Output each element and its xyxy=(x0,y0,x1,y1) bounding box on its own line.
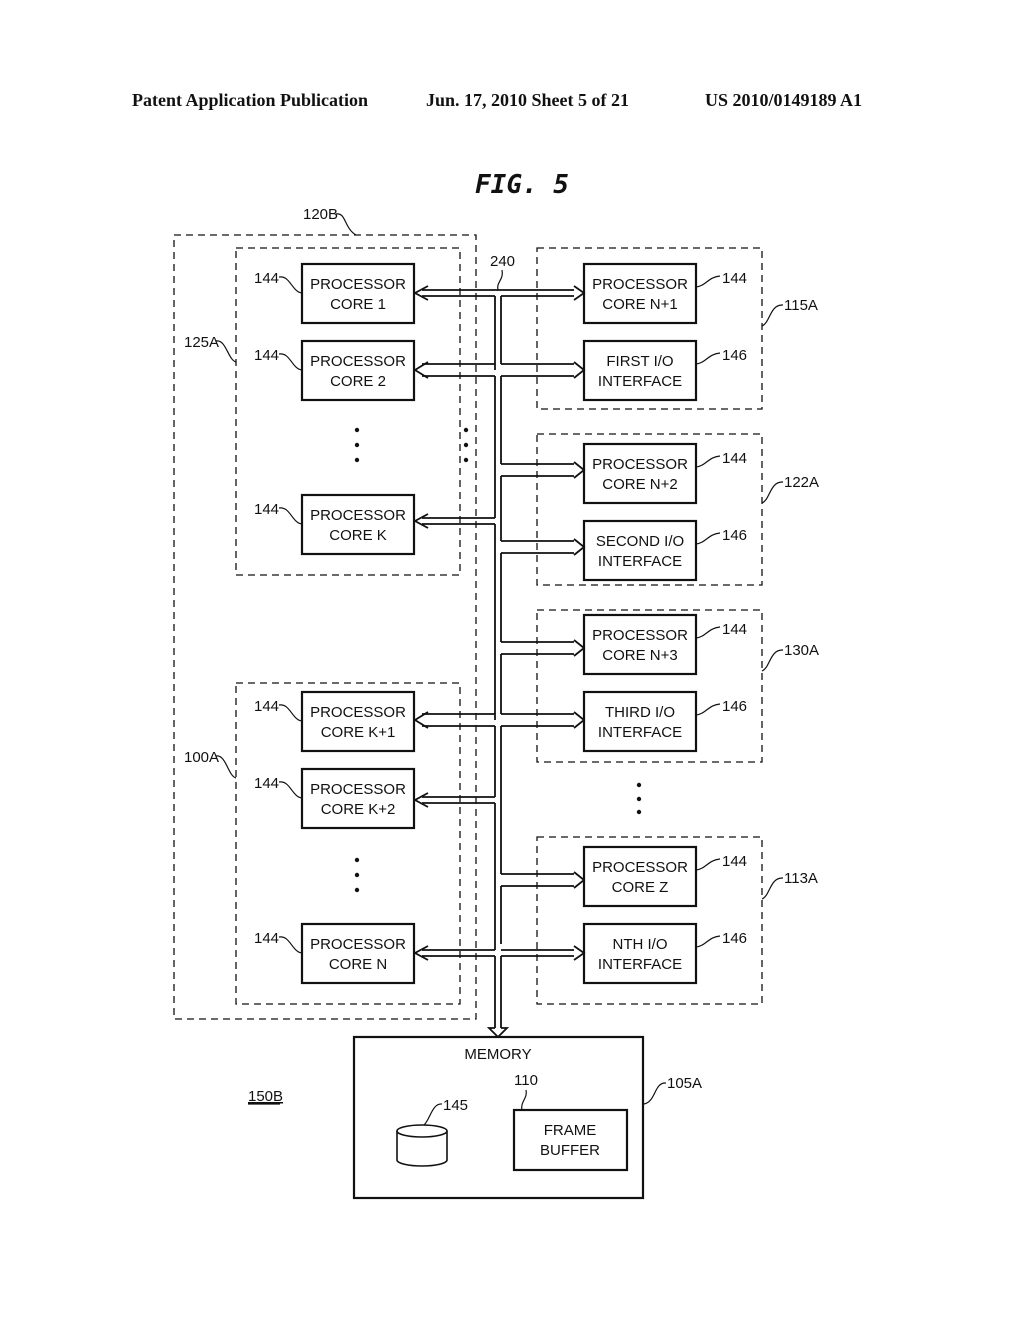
core-ref-label: 144 xyxy=(254,930,279,947)
io-label-line2: INTERFACE xyxy=(598,373,682,390)
outer-group-label: 120B xyxy=(303,206,338,223)
processor-core-box: PROCESSOR CORE 1 144 xyxy=(254,262,416,325)
core-label-line1: PROCESSOR xyxy=(592,627,688,644)
core-label-line2: CORE K+2 xyxy=(321,801,396,818)
core-label-line2: CORE 2 xyxy=(330,373,386,390)
core-ref-label: 144 xyxy=(722,621,747,638)
io-ref-label: 146 xyxy=(722,347,747,364)
block-diagram: FIG. 5 120B 125A 100A PROCESSOR CORE 1 1… xyxy=(173,170,819,1200)
memory-title: MEMORY xyxy=(464,1046,531,1063)
io-label-line2: INTERFACE xyxy=(598,553,682,570)
processor-core-box: PROCESSOR CORE Z 144 xyxy=(582,845,747,908)
core-label-line1: PROCESSOR xyxy=(592,859,688,876)
processor-core-box: PROCESSOR CORE K+2 144 xyxy=(254,767,416,830)
right-group-label: 122A xyxy=(784,474,819,491)
core-ref-label: 144 xyxy=(254,775,279,792)
bus-leader xyxy=(497,269,503,291)
ellipsis-dots-icon xyxy=(354,427,469,463)
memory-leader xyxy=(643,1082,667,1105)
core-ref-label: 144 xyxy=(254,501,279,518)
io-ref-label: 146 xyxy=(722,930,747,947)
core-ref-label: 144 xyxy=(254,270,279,287)
io-interface-box: SECOND I/O INTERFACE 146 xyxy=(582,519,747,582)
core-ref-label: 144 xyxy=(722,450,747,467)
core-label-line1: PROCESSOR xyxy=(310,936,406,953)
core-label-line1: PROCESSOR xyxy=(592,276,688,293)
frame-buffer-box: FRAME BUFFER xyxy=(512,1108,629,1172)
right-group-leader xyxy=(761,877,784,900)
system-label: 150B xyxy=(248,1088,283,1105)
figure-title: FIG. 5 xyxy=(475,170,569,200)
bus-label: 240 xyxy=(490,253,515,270)
core-label-line2: CORE K+1 xyxy=(321,724,396,741)
storage-ref-label: 145 xyxy=(443,1097,468,1114)
core-label-line1: PROCESSOR xyxy=(310,704,406,721)
core-label-line2: CORE N+2 xyxy=(602,476,677,493)
right-group-label: 130A xyxy=(784,642,819,659)
core-label-line2: CORE N xyxy=(329,956,387,973)
frame-buffer-ref-label: 110 xyxy=(514,1072,538,1089)
core-label-line1: PROCESSOR xyxy=(310,353,406,370)
storage-cylinder-icon xyxy=(396,1124,448,1167)
core-label-line1: PROCESSOR xyxy=(310,276,406,293)
ellipsis-dots-icon xyxy=(354,857,360,893)
processor-core-box: PROCESSOR CORE K+1 144 xyxy=(254,690,416,753)
right-group-leader xyxy=(761,304,784,327)
right-group-label: 113A xyxy=(784,870,818,887)
core-label-line1: PROCESSOR xyxy=(310,507,406,524)
left-group-label: 125A xyxy=(184,334,219,351)
core-label-line2: CORE K xyxy=(329,527,387,544)
core-ref-label: 144 xyxy=(254,347,279,364)
left-group-label: 100A xyxy=(184,749,219,766)
core-label-line2: CORE N+1 xyxy=(602,296,677,313)
io-label-line2: INTERFACE xyxy=(598,724,682,741)
frame-buffer-line1: FRAME xyxy=(544,1122,597,1139)
core-label-line1: PROCESSOR xyxy=(592,456,688,473)
io-interface-box: THIRD I/O INTERFACE 146 xyxy=(582,690,747,753)
processor-core-box: PROCESSOR CORE N+1 144 xyxy=(582,262,747,325)
io-ref-label: 146 xyxy=(722,527,747,544)
bus-240 xyxy=(486,296,510,1039)
core-label-line2: CORE Z xyxy=(612,879,669,896)
right-group-label: 115A xyxy=(784,297,818,314)
io-label-line2: INTERFACE xyxy=(598,956,682,973)
io-interface-box: FIRST I/O INTERFACE 146 xyxy=(582,339,747,402)
core-ref-label: 144 xyxy=(254,698,279,715)
processor-core-box: PROCESSOR CORE 2 144 xyxy=(254,339,416,402)
right-group-leader xyxy=(761,649,784,672)
io-label-line1: SECOND I/O xyxy=(596,533,684,550)
outer-group-leader xyxy=(335,213,357,236)
processor-core-box: PROCESSOR CORE N+2 144 xyxy=(582,442,747,505)
right-group-leader xyxy=(761,481,784,504)
core-ref-label: 144 xyxy=(722,270,747,287)
bus-connections xyxy=(413,285,586,961)
core-label-line1: PROCESSOR xyxy=(310,781,406,798)
io-label-line1: FIRST I/O xyxy=(606,353,673,370)
io-label-line1: THIRD I/O xyxy=(605,704,675,721)
processor-core-box: PROCESSOR CORE K 144 xyxy=(254,493,416,556)
core-ref-label: 144 xyxy=(722,853,747,870)
core-label-line2: CORE N+3 xyxy=(602,647,677,664)
core-label-line2: CORE 1 xyxy=(330,296,386,313)
memory-ref-label: 105A xyxy=(667,1075,702,1092)
frame-buffer-line2: BUFFER xyxy=(540,1142,600,1159)
ellipsis-dots-icon xyxy=(636,782,642,815)
processor-core-box: PROCESSOR CORE N 144 xyxy=(254,922,416,985)
processor-core-box: PROCESSOR CORE N+3 144 xyxy=(582,613,747,676)
io-ref-label: 146 xyxy=(722,698,747,715)
io-interface-box: NTH I/O INTERFACE 146 xyxy=(582,922,747,985)
io-label-line1: NTH I/O xyxy=(613,936,668,953)
